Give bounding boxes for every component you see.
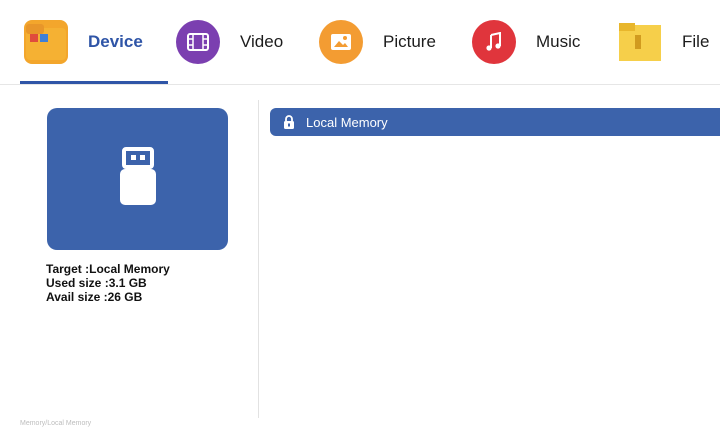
device-card-local-memory[interactable] [47, 108, 228, 250]
lock-icon [282, 114, 296, 130]
tab-video[interactable]: Video [176, 0, 283, 84]
tab-file[interactable]: File [618, 0, 709, 84]
device-folder-icon [24, 20, 68, 64]
tab-file-label: File [682, 32, 710, 51]
path-bar-local-memory[interactable]: Local Memory [270, 108, 720, 136]
panel-divider [258, 100, 259, 418]
tab-device[interactable]: Device [24, 0, 143, 84]
device-avail-size: Avail size :26 GB [46, 290, 143, 304]
device-used-size: Used size :3.1 GB [46, 276, 147, 290]
tab-picture-label: Picture [383, 32, 436, 51]
tab-music[interactable]: Music [472, 0, 580, 84]
tab-music-label: Music [536, 32, 581, 51]
tab-device-label: Device [88, 32, 143, 51]
usb-drive-icon [118, 146, 158, 212]
video-film-icon [176, 20, 220, 64]
device-info: Target :Local Memory Used size :3.1 GB A… [46, 262, 170, 304]
device-target: Target :Local Memory [46, 262, 170, 276]
music-note-icon [472, 20, 516, 64]
tabbar-divider [0, 84, 720, 85]
picture-image-icon [319, 20, 363, 64]
tab-picture[interactable]: Picture [319, 0, 436, 84]
file-folder-icon [618, 20, 662, 64]
top-tab-bar: Device Video Picture Music File [0, 0, 720, 92]
footer-path-text: Memory/Local Memory [20, 420, 92, 427]
path-bar-label: Local Memory [306, 114, 388, 130]
tab-video-label: Video [240, 32, 284, 51]
